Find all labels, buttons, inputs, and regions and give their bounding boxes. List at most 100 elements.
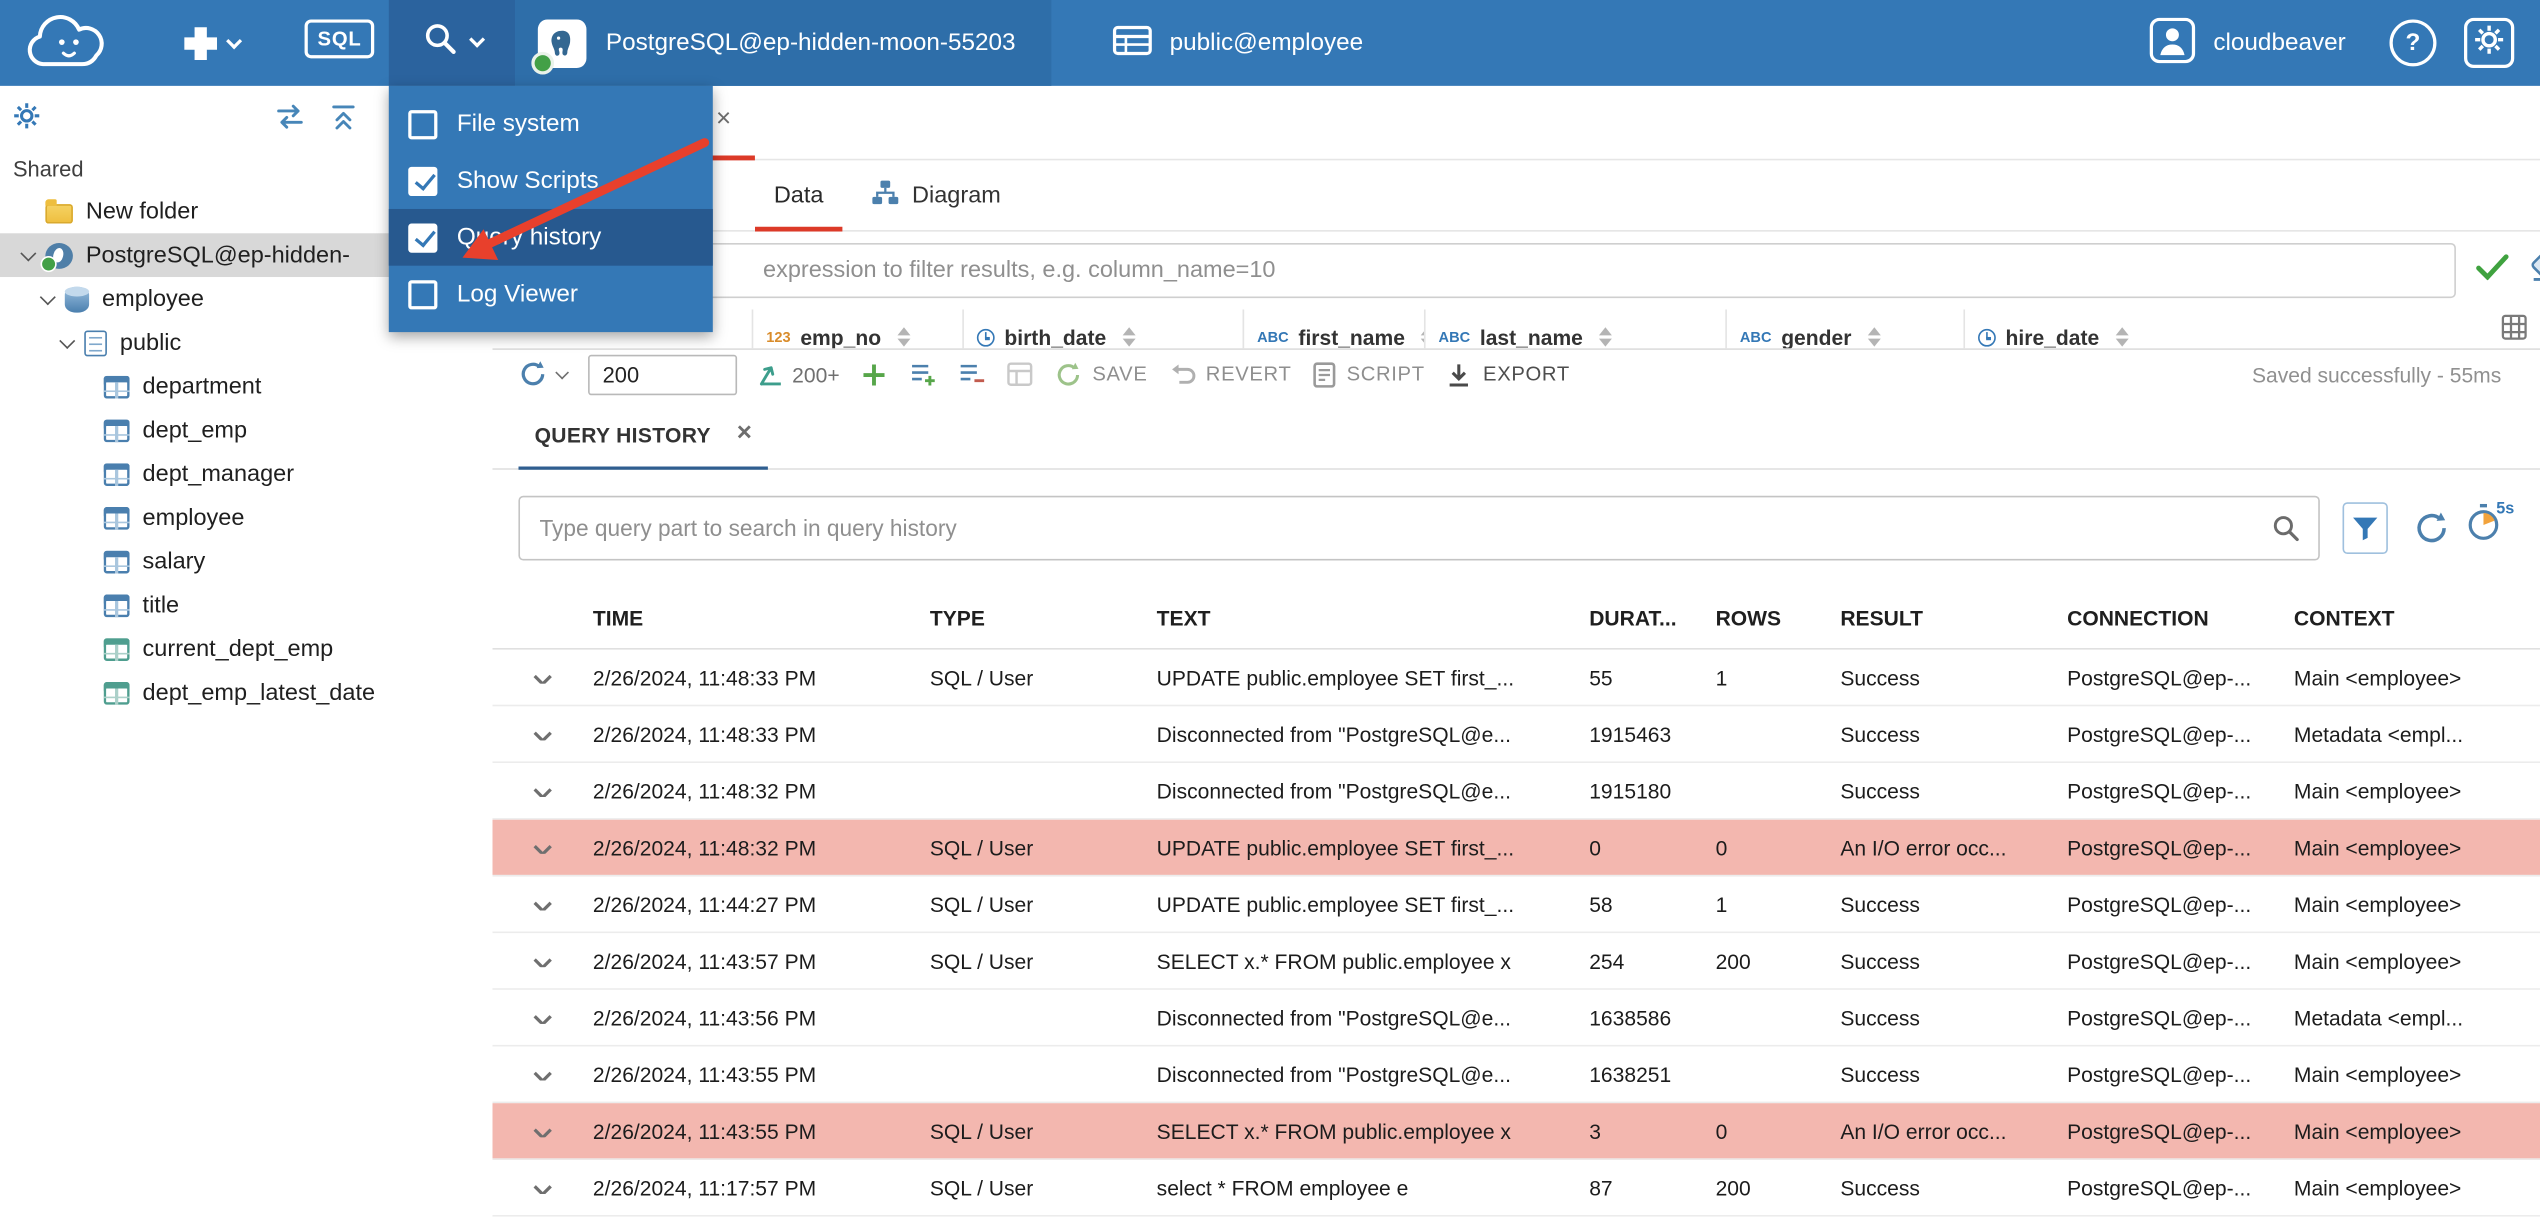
query-history-row[interactable]: 2/26/2024, 11:43:55 PM Disconnected from…: [492, 1047, 2540, 1104]
query-history-row[interactable]: 2/26/2024, 11:48:33 PM Disconnected from…: [492, 706, 2540, 764]
cloudbeaver-logo-icon[interactable]: [19, 11, 119, 84]
chevron-down-icon[interactable]: [38, 288, 55, 305]
query-history-row[interactable]: 2/26/2024, 11:44:27 PM SQL / User UPDATE…: [492, 876, 2540, 934]
fetch-more-button[interactable]: 200+: [758, 362, 840, 386]
column-label: hire_date: [2005, 324, 2100, 350]
tab-query-history[interactable]: QUERY HISTORY ×: [518, 399, 768, 470]
chevron-down-icon[interactable]: [19, 244, 36, 261]
clear-filter-eraser-icon[interactable]: [2529, 252, 2540, 289]
new-connection-button[interactable]: [178, 21, 243, 68]
sort-icon[interactable]: [897, 327, 910, 346]
query-history-row[interactable]: 2/26/2024, 11:43:55 PM SQL / User SELECT…: [492, 1103, 2540, 1160]
delete-row-button[interactable]: [958, 361, 986, 387]
column-header-type: TYPE: [929, 605, 985, 630]
history-filter-button[interactable]: [2342, 502, 2389, 555]
cell-connection: PostgreSQL@ep-...: [2067, 1061, 2252, 1087]
cell-text: Disconnected from "PostgreSQL@e...: [1156, 721, 1511, 747]
query-history-row[interactable]: 2/26/2024, 11:43:56 PM Disconnected from…: [492, 990, 2540, 1047]
expand-chevron-icon[interactable]: [533, 727, 552, 741]
grid-settings-icon[interactable]: [2501, 314, 2527, 348]
refresh-button[interactable]: [518, 360, 570, 389]
tree-settings-gear-icon[interactable]: [13, 102, 41, 138]
column-header-gender[interactable]: gender: [1725, 309, 1963, 349]
grouping-panel-button[interactable]: [1007, 361, 1035, 387]
tree-item[interactable]: employee: [0, 496, 492, 540]
expand-chevron-icon[interactable]: [533, 1180, 552, 1194]
collapse-all-icon[interactable]: [330, 104, 356, 140]
schema-selector[interactable]: public@employee: [1089, 0, 1386, 86]
cell-connection: PostgreSQL@ep-...: [2067, 948, 2252, 973]
expand-chevron-icon[interactable]: [533, 1010, 552, 1024]
menu-item[interactable]: File system: [389, 96, 713, 153]
duplicate-row-button[interactable]: [909, 361, 937, 387]
expand-chevron-icon[interactable]: [533, 670, 552, 684]
tree-item[interactable]: current_dept_emp: [0, 627, 492, 671]
help-button[interactable]: ?: [2389, 19, 2437, 67]
checkbox[interactable]: [408, 279, 438, 309]
tree-item[interactable]: department: [0, 365, 492, 409]
tree-item[interactable]: dept_emp: [0, 408, 492, 452]
connection-selector[interactable]: PostgreSQL@ep-hidden-moon-55203: [515, 0, 1052, 86]
cell-type: SQL / User: [929, 835, 1034, 860]
sort-icon[interactable]: [2115, 327, 2128, 346]
expand-chevron-icon[interactable]: [533, 784, 552, 798]
checkbox[interactable]: [408, 166, 438, 196]
sort-icon[interactable]: [1122, 327, 1135, 346]
save-button[interactable]: SAVE: [1055, 360, 1147, 388]
view-menu-button[interactable]: [388, 0, 516, 86]
expand-chevron-icon[interactable]: [533, 897, 552, 911]
auto-refresh-timer-icon[interactable]: 5s: [2466, 501, 2514, 553]
close-icon[interactable]: ×: [716, 106, 731, 133]
tree-item[interactable]: dept_manager: [0, 452, 492, 496]
menu-item[interactable]: Show Scripts: [389, 152, 713, 209]
history-refresh-button[interactable]: [2414, 510, 2450, 546]
settings-button[interactable]: [2464, 17, 2515, 69]
user-menu-button[interactable]: cloudbeaver: [2149, 0, 2346, 86]
save-status-text: Saved successfully - 55ms: [2251, 362, 2502, 387]
close-icon[interactable]: ×: [737, 420, 752, 447]
sql-editor-button[interactable]: SQL: [304, 19, 375, 59]
tab-diagram[interactable]: Diagram: [855, 160, 1017, 231]
sort-icon[interactable]: [1868, 327, 1881, 346]
script-button[interactable]: SCRIPT: [1313, 360, 1425, 388]
query-history-search-input[interactable]: [518, 495, 2320, 561]
search-icon[interactable]: [2271, 514, 2300, 551]
export-button[interactable]: EXPORT: [1446, 360, 1570, 388]
query-history-row[interactable]: 2/26/2024, 11:48:32 PM SQL / User UPDATE…: [492, 819, 2540, 877]
cell-rows: 200: [1715, 1175, 1751, 1200]
checkbox[interactable]: [408, 109, 438, 139]
row-limit-input[interactable]: [588, 353, 738, 395]
menu-item[interactable]: Log Viewer: [389, 266, 713, 323]
menu-item[interactable]: Query history: [388, 208, 713, 266]
add-row-button[interactable]: [861, 360, 889, 388]
column-header-hire-date[interactable]: hire_date: [1963, 309, 2255, 350]
column-header-emp-no[interactable]: emp_no: [751, 309, 963, 349]
query-history-row[interactable]: 2/26/2024, 11:43:57 PM SQL / User SELECT…: [492, 933, 2540, 990]
filter-input[interactable]: [518, 243, 2456, 299]
column-header-last-name[interactable]: last_name: [1423, 309, 1725, 349]
tab-data[interactable]: Data: [755, 160, 842, 231]
expand-chevron-icon[interactable]: [533, 954, 552, 968]
query-history-row[interactable]: 2/26/2024, 11:48:32 PM Disconnected from…: [492, 763, 2540, 820]
expand-chevron-icon[interactable]: [533, 1124, 552, 1138]
tree-item[interactable]: dept_emp_latest_date: [0, 671, 492, 715]
revert-button[interactable]: REVERT: [1169, 362, 1292, 386]
sort-icon[interactable]: [1599, 327, 1612, 346]
query-history-row[interactable]: 2/26/2024, 11:17:57 PM SQL / User select…: [492, 1160, 2540, 1217]
cell-text: SELECT x.* FROM public.employee x: [1156, 1118, 1511, 1143]
apply-filter-check-icon[interactable]: [2475, 253, 2509, 289]
cell-result: Success: [1840, 948, 1920, 973]
cell-connection: PostgreSQL@ep-...: [2067, 721, 2252, 747]
column-header-birth-date[interactable]: birth_date: [962, 309, 1242, 349]
column-header-first-name[interactable]: first_name: [1242, 309, 1424, 349]
tree-item[interactable]: title: [0, 583, 492, 627]
expand-chevron-icon[interactable]: [533, 840, 552, 854]
tree-item[interactable]: salary: [0, 539, 492, 583]
node-label: dept_emp: [142, 417, 248, 444]
tab-label: QUERY HISTORY: [534, 422, 711, 447]
query-history-row[interactable]: 2/26/2024, 11:48:33 PM SQL / User UPDATE…: [492, 650, 2540, 707]
checkbox[interactable]: [408, 222, 438, 252]
sync-navigation-icon[interactable]: [275, 104, 304, 138]
chevron-down-icon[interactable]: [58, 332, 75, 349]
expand-chevron-icon[interactable]: [533, 1067, 552, 1081]
